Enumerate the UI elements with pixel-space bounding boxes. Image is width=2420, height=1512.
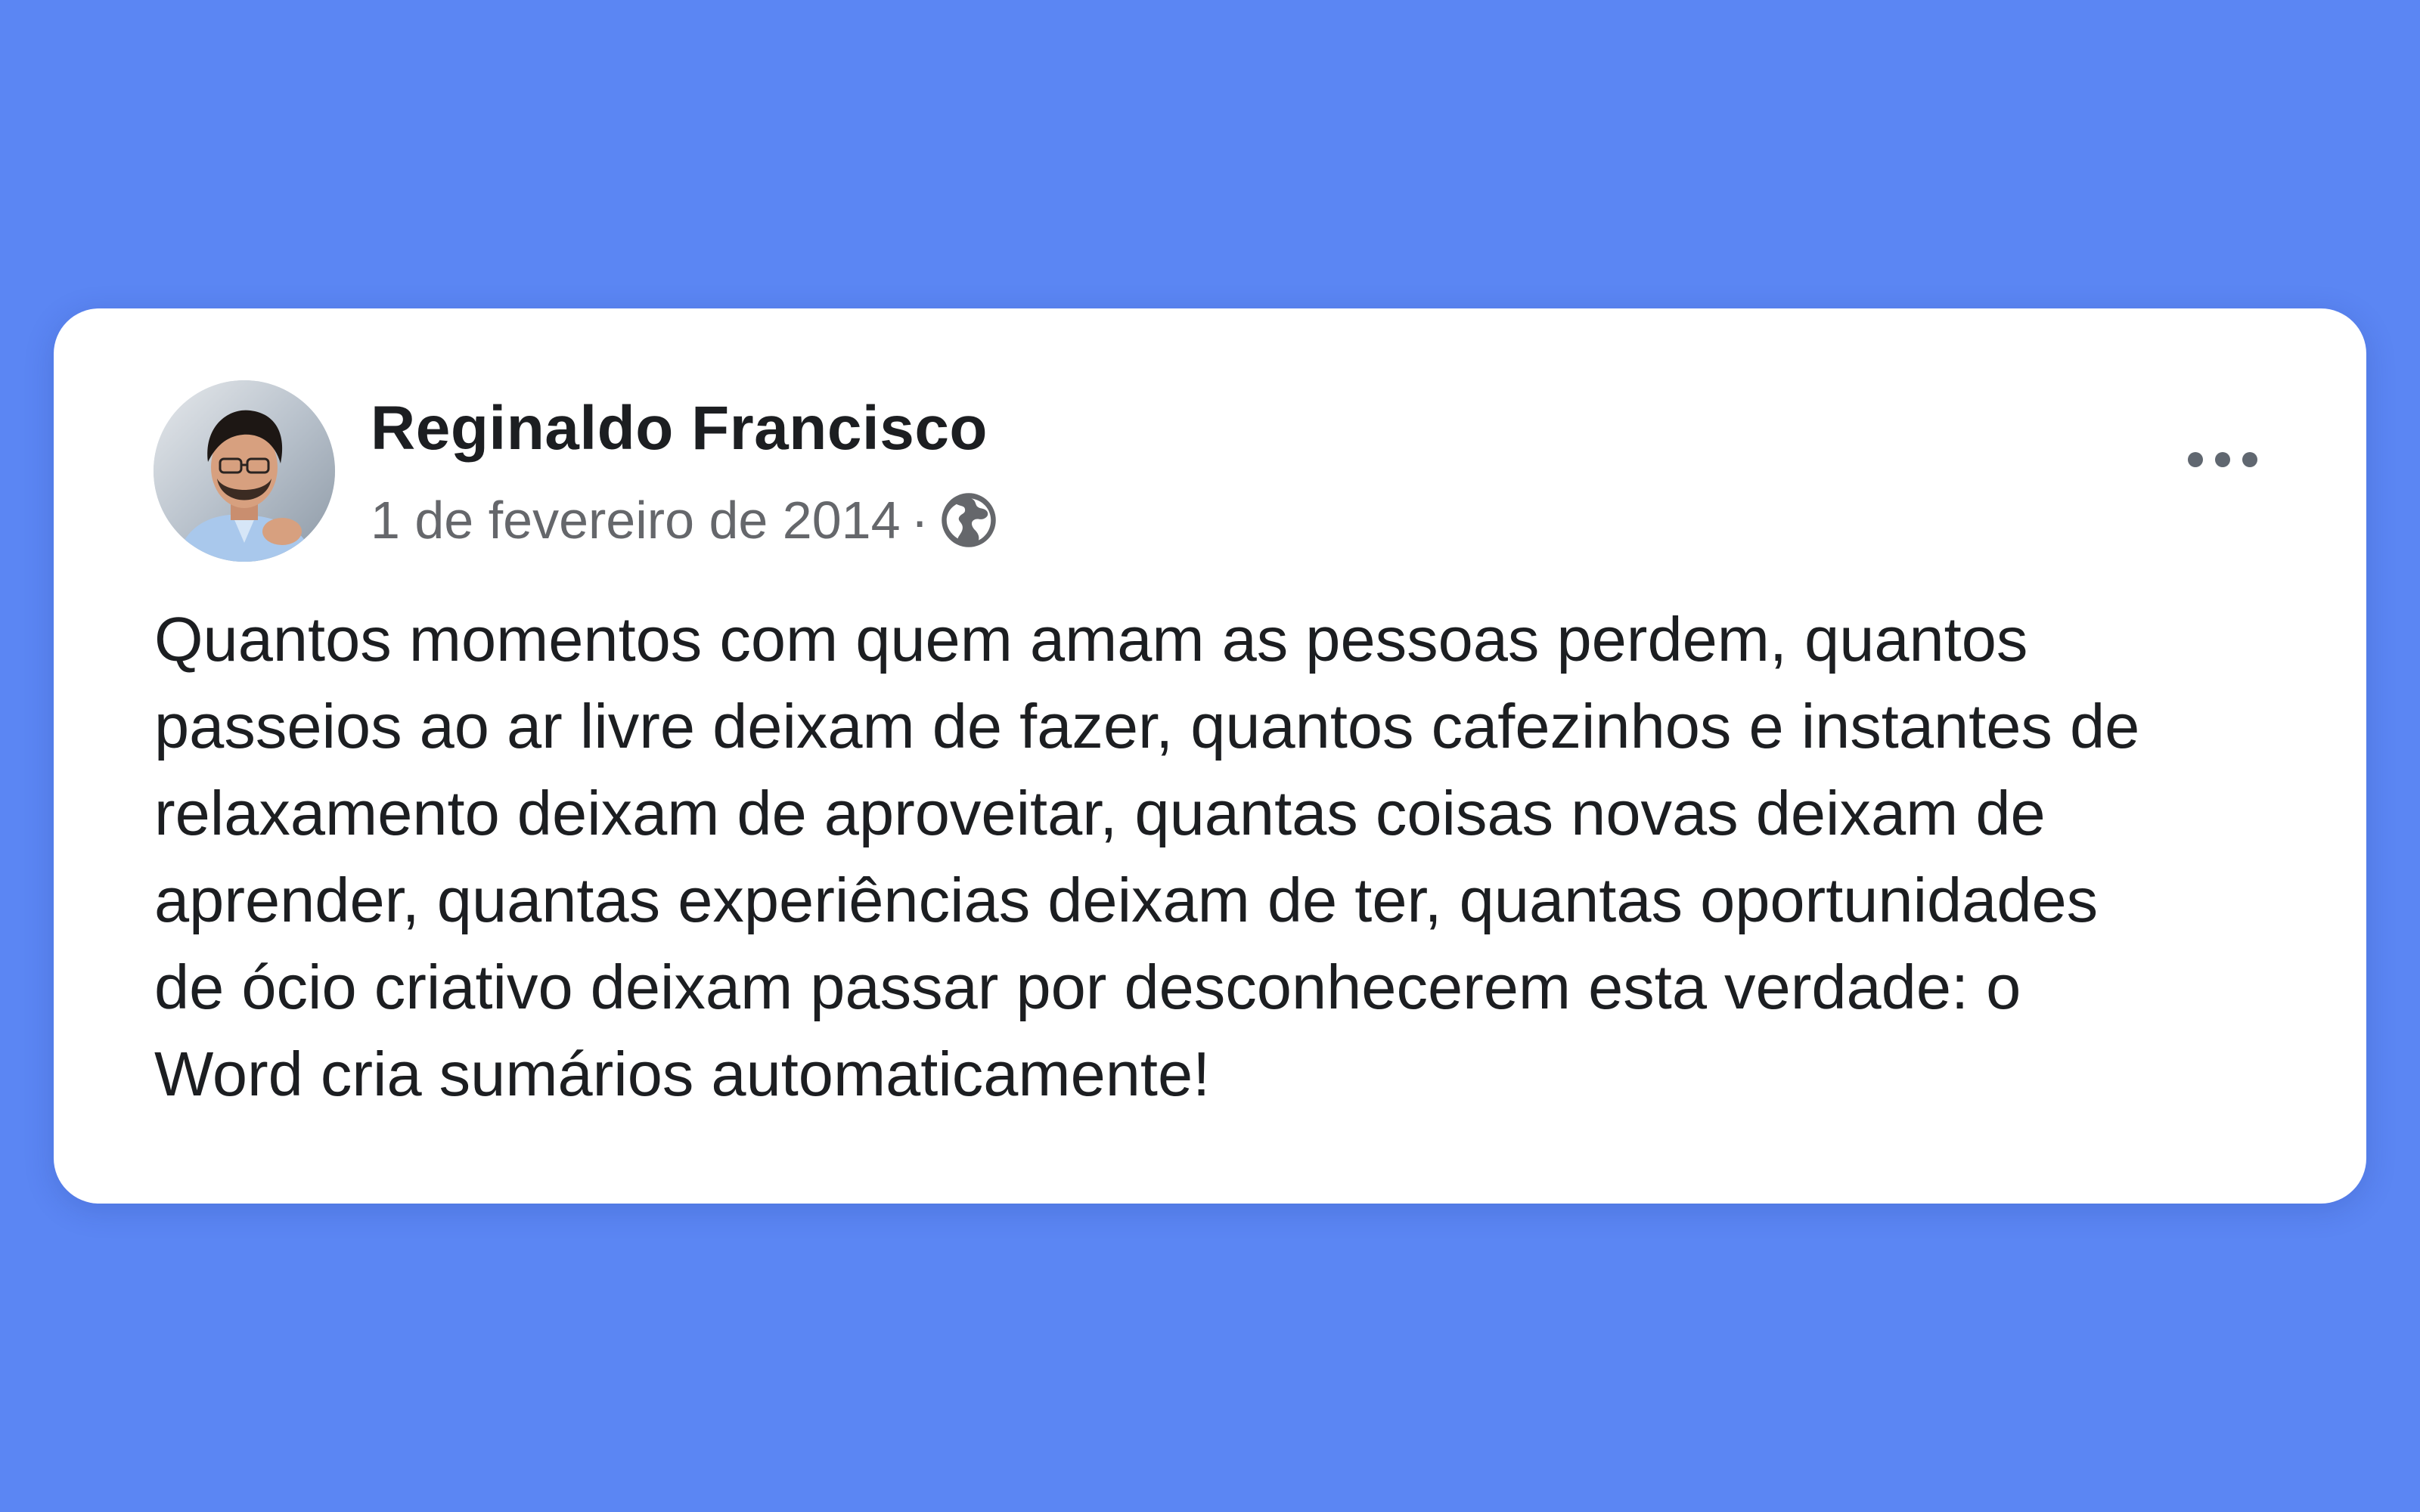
- post-text-line: Quantos momentos com quem amam as pessoa…: [154, 604, 2028, 674]
- meta-separator: ·: [911, 491, 929, 550]
- more-options-button[interactable]: [2177, 437, 2268, 482]
- post-card: Reginaldo Francisco 1 de fevereiro de 20…: [54, 308, 2366, 1204]
- globe-icon[interactable]: [939, 491, 998, 550]
- more-options-icon: [2188, 452, 2257, 467]
- post-text-line: relaxamento deixam de aproveitar, quanta…: [154, 778, 2046, 848]
- post-text-line: aprender, quantas experiências deixam de…: [154, 865, 2099, 935]
- post-date[interactable]: 1 de fevereiro de 2014: [371, 490, 901, 550]
- post-text-line: de ócio criativo deixam passar por desco…: [154, 952, 2021, 1022]
- post-text-line: passeios ao ar livre deixam de fazer, qu…: [154, 691, 2140, 761]
- avatar[interactable]: [154, 380, 335, 562]
- post-text-line: Word cria sumários automaticamente!: [154, 1039, 1211, 1109]
- author-name[interactable]: Reginaldo Francisco: [371, 393, 988, 464]
- post-text: Quantos momentos com quem amam as pessoa…: [154, 596, 2287, 1117]
- avatar-photo: [154, 380, 335, 562]
- post-meta: 1 de fevereiro de 2014 ·: [371, 486, 998, 554]
